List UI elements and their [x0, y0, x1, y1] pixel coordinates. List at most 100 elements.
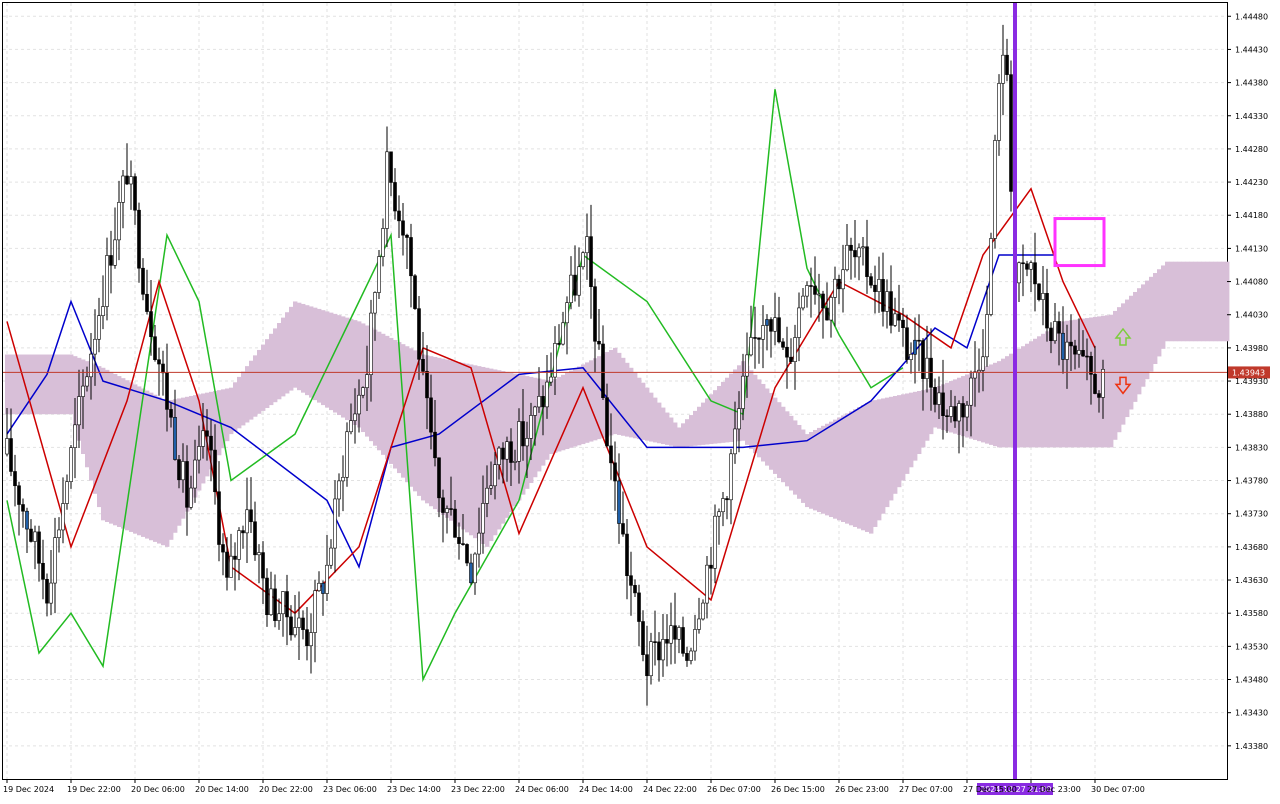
cloud-slice [261, 344, 266, 411]
candle-body [1069, 341, 1073, 347]
candle-body [597, 340, 601, 345]
candle-body [397, 210, 401, 222]
candle-body [665, 639, 669, 644]
cloud-slice [233, 382, 238, 432]
candle-body [293, 627, 297, 636]
cloud-slice [877, 399, 882, 521]
candle-body [401, 220, 405, 236]
cloud-slice [833, 419, 838, 519]
cloud-slice [461, 362, 466, 530]
x-tick-label: 19 Dec 2024 [3, 785, 54, 794]
cloud-slice [469, 364, 474, 536]
y-tick-label: 1.43980 [1235, 344, 1268, 353]
cloud-slice [101, 367, 106, 521]
candle-body [1017, 262, 1021, 284]
candle-body [73, 424, 77, 448]
cloud-slice [1169, 261, 1174, 342]
candle-body [1021, 262, 1025, 265]
candle-body [621, 523, 625, 535]
candle-body [425, 371, 429, 399]
cloud-slice [809, 432, 814, 509]
y-tick-label: 1.44080 [1235, 278, 1268, 287]
candle-body [1089, 356, 1093, 375]
candle-body [129, 176, 133, 185]
cloud-slice [1161, 265, 1166, 349]
candle-body [481, 503, 485, 534]
candle-body [889, 291, 893, 326]
y-tick-label: 1.43880 [1235, 410, 1268, 419]
candle-body [301, 617, 305, 630]
cloud-slice [889, 396, 894, 501]
cloud-slice [829, 421, 834, 518]
candle-body [709, 564, 713, 569]
candle-body [1077, 350, 1081, 355]
cloud-slice [677, 427, 682, 448]
cloud-slice [1117, 307, 1122, 433]
cloud-slice [69, 354, 74, 415]
candle-body [637, 592, 641, 622]
cloud-slice [869, 400, 874, 534]
cloud-slice [249, 360, 254, 420]
candle-body [261, 552, 265, 579]
x-tick-label: 26 Dec 07:00 [707, 785, 761, 794]
candle-body [845, 244, 849, 271]
candle-body [69, 447, 73, 482]
cloud-slice [1185, 261, 1190, 342]
y-tick-label: 1.43480 [1235, 676, 1268, 685]
candle-body [609, 445, 613, 464]
cloud-slice [225, 388, 230, 442]
candle-body [29, 528, 33, 542]
cloud-slice [129, 382, 134, 532]
candle-body [981, 356, 985, 371]
cloud-slice [465, 363, 470, 533]
candle-body [1081, 350, 1085, 357]
cloud-slice [1109, 314, 1114, 448]
cloud-slice [453, 361, 458, 524]
candle-body [25, 510, 29, 530]
cloud-slice [1137, 288, 1142, 395]
cloud-slice [281, 317, 286, 397]
candle-body [537, 396, 541, 408]
cloud-slice [893, 395, 898, 494]
cloud-slice [1225, 261, 1230, 342]
y-tick-label: 1.44330 [1235, 112, 1268, 121]
candle-body [21, 504, 25, 512]
candle-body [233, 555, 237, 560]
candle-body [1061, 332, 1065, 360]
candle-body [949, 406, 953, 417]
cloud-slice [253, 355, 258, 417]
cloud-slice [1129, 295, 1134, 410]
candle-body [513, 461, 517, 463]
cloud-slice [689, 415, 694, 447]
candle-body [1053, 321, 1057, 342]
cloud-slice [753, 374, 758, 454]
cloud-slice [1197, 261, 1202, 342]
candle-body [177, 459, 181, 481]
cloud-slice [645, 387, 650, 441]
candle-body [777, 317, 781, 343]
candle-body [97, 315, 101, 340]
candle-body [337, 480, 341, 500]
candle-body [253, 521, 257, 556]
cloud-slice [157, 396, 162, 544]
x-tick-label: 27 Dec 15:00 [963, 785, 1017, 794]
cloud-slice [1041, 333, 1046, 448]
candle-body [729, 453, 733, 501]
cloud-slice [613, 347, 618, 435]
candle-body [149, 311, 153, 337]
candle-body [153, 336, 157, 361]
candle-body [545, 381, 549, 408]
cloud-slice [665, 412, 670, 445]
cloud-slice [65, 354, 70, 415]
cloud-slice [1165, 261, 1170, 342]
y-tick-label: 1.43580 [1235, 609, 1268, 618]
candle-body [1057, 321, 1061, 334]
candle-body [797, 307, 801, 338]
candle-body [77, 396, 81, 426]
candle-body [17, 485, 21, 505]
candle-body [221, 544, 225, 553]
cloud-slice [713, 390, 718, 444]
candle-body [641, 621, 645, 655]
candle-body [869, 276, 873, 286]
cloud-slice [105, 369, 110, 522]
